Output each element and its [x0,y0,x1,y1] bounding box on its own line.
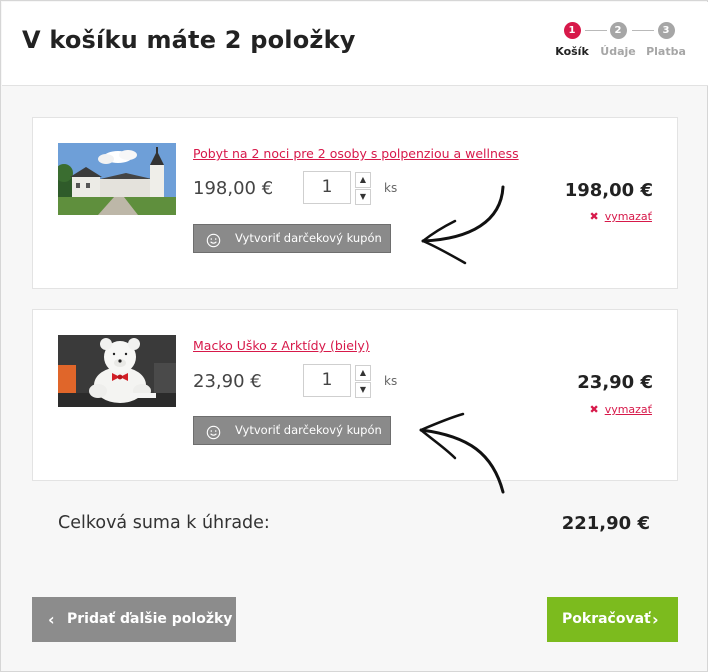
remove-icon: ✖ [589,403,599,416]
remove-item-link[interactable]: ✖ vymazať [589,210,652,223]
checkout-page: V košíku máte 2 položky 1 Košík 2 Údaje … [0,0,708,672]
total-label: Celková suma k úhrade: [58,513,270,533]
smiley-icon [206,231,221,258]
remove-icon: ✖ [589,210,599,223]
quantity-decrease-button[interactable]: ▼ [355,382,371,398]
continue-label: Pokračovať [562,611,651,627]
cart-header: V košíku máte 2 položky 1 Košík 2 Údaje … [2,2,708,86]
remove-item-link[interactable]: ✖ vymazať [589,403,652,416]
step-details: 2 Údaje [598,22,638,58]
add-more-items-label: Pridať ďalšie položky [67,611,233,627]
product-name-link[interactable]: Macko Uško z Arktídy (biely) [193,338,370,353]
coupon-button-label: Vytvoriť darčekový kupón [235,423,382,437]
quantity-increase-button[interactable]: ▲ [355,365,371,381]
cart-item: Pobyt na 2 noci pre 2 osoby s polpenziou… [32,117,678,289]
step-label: Košík [555,45,589,58]
create-gift-coupon-button[interactable]: Vytvoriť darčekový kupón [193,224,391,253]
chevron-left-icon: ‹ [48,610,55,629]
unit-price: 198,00 € [193,178,274,199]
continue-button[interactable]: Pokračovať › [547,597,678,642]
quantity-decrease-button[interactable]: ▼ [355,189,371,205]
add-more-items-button[interactable]: ‹ Pridať ďalšie položky [32,597,236,642]
quantity-unit: ks [384,374,398,388]
product-image-teddy-bear [58,335,176,407]
smiley-icon [206,423,221,450]
checkout-progress-steps: 1 Košík 2 Údaje 3 Platba [550,22,700,66]
arrow-annotation-icon [419,412,505,494]
product-name-link[interactable]: Pobyt na 2 noci pre 2 osoby s polpenziou… [193,146,519,161]
step-cart: 1 Košík [552,22,592,58]
quantity-input[interactable]: 1 [303,171,351,204]
remove-label: vymazať [604,403,652,416]
chevron-right-icon: › [652,610,659,629]
step-payment: 3 Platba [646,22,686,58]
unit-price: 23,90 € [193,371,262,392]
cart-item: Macko Uško z Arktídy (biely) 23,90 € 1 ▲… [32,309,678,481]
arrow-annotation-icon [421,185,505,265]
page-title: V košíku máte 2 položky [22,26,356,54]
remove-label: vymazať [604,210,652,223]
step-label: Platba [646,45,686,58]
quantity-input[interactable]: 1 [303,364,351,397]
step-number: 3 [657,22,675,39]
create-gift-coupon-button[interactable]: Vytvoriť darčekový kupón [193,416,391,445]
quantity-increase-button[interactable]: ▲ [355,172,371,188]
quantity-unit: ks [384,181,398,195]
step-number: 2 [609,22,627,39]
product-image-hotel [58,143,176,215]
total-amount: 221,90 € [561,513,650,534]
step-label: Údaje [600,45,636,58]
coupon-button-label: Vytvoriť darčekový kupón [235,231,382,245]
step-number: 1 [563,22,581,39]
line-total: 198,00 € [564,180,653,201]
line-total: 23,90 € [577,372,653,393]
